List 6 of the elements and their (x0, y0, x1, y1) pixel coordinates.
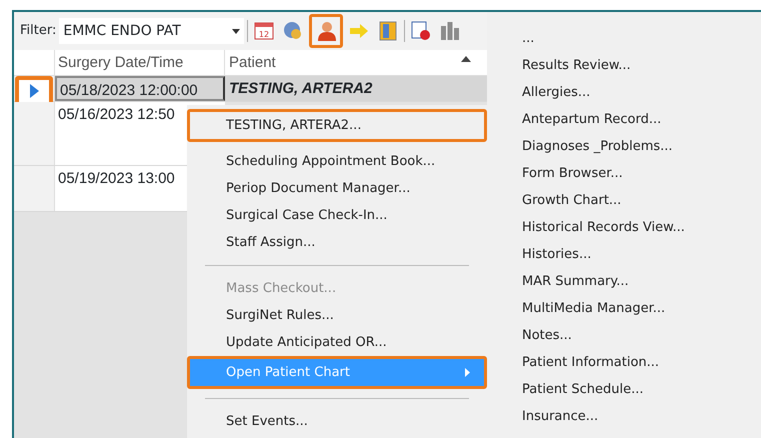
filter-value: EMMC ENDO PAT (63, 22, 181, 40)
table-cell: TESTING, ARTERA2 (229, 80, 372, 97)
table-cell: 05/19/2023 13:00 (58, 170, 175, 187)
table-cell: 05/16/2023 12:50 (58, 106, 175, 123)
table-cell: 05/18/2023 12:00:00 (60, 82, 198, 99)
filter-label: Filter: (20, 22, 56, 40)
